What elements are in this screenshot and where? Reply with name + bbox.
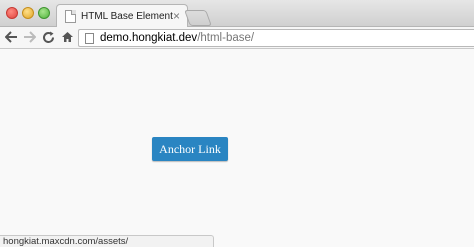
window-titlebar: HTML Base Element × bbox=[0, 0, 474, 28]
tab-close-icon[interactable]: × bbox=[173, 10, 180, 22]
address-bar[interactable]: demo.hongkiat.dev/html-base/ bbox=[78, 29, 474, 47]
zoom-window-button[interactable] bbox=[38, 7, 50, 19]
home-icon[interactable] bbox=[60, 30, 74, 44]
new-tab-button[interactable] bbox=[184, 10, 212, 26]
browser-toolbar: demo.hongkiat.dev/html-base/ bbox=[0, 27, 474, 49]
url-host: demo.hongkiat.dev bbox=[100, 32, 198, 44]
minimize-window-button[interactable] bbox=[22, 7, 34, 19]
page-icon bbox=[85, 32, 94, 44]
anchor-link-button[interactable]: Anchor Link bbox=[152, 137, 228, 161]
favicon-icon bbox=[65, 10, 76, 23]
status-bar-link-url: hongkiat.maxcdn.com/assets/ bbox=[0, 235, 214, 247]
url-path: /html-base/ bbox=[197, 32, 255, 44]
browser-tab[interactable]: HTML Base Element × bbox=[56, 4, 188, 28]
tab-title: HTML Base Element bbox=[81, 11, 173, 22]
address-bar-url: demo.hongkiat.dev/html-base/ bbox=[100, 32, 254, 44]
forward-arrow-icon[interactable] bbox=[22, 30, 36, 44]
reload-icon[interactable] bbox=[41, 30, 55, 44]
back-arrow-icon[interactable] bbox=[4, 30, 18, 44]
close-window-button[interactable] bbox=[6, 7, 18, 19]
